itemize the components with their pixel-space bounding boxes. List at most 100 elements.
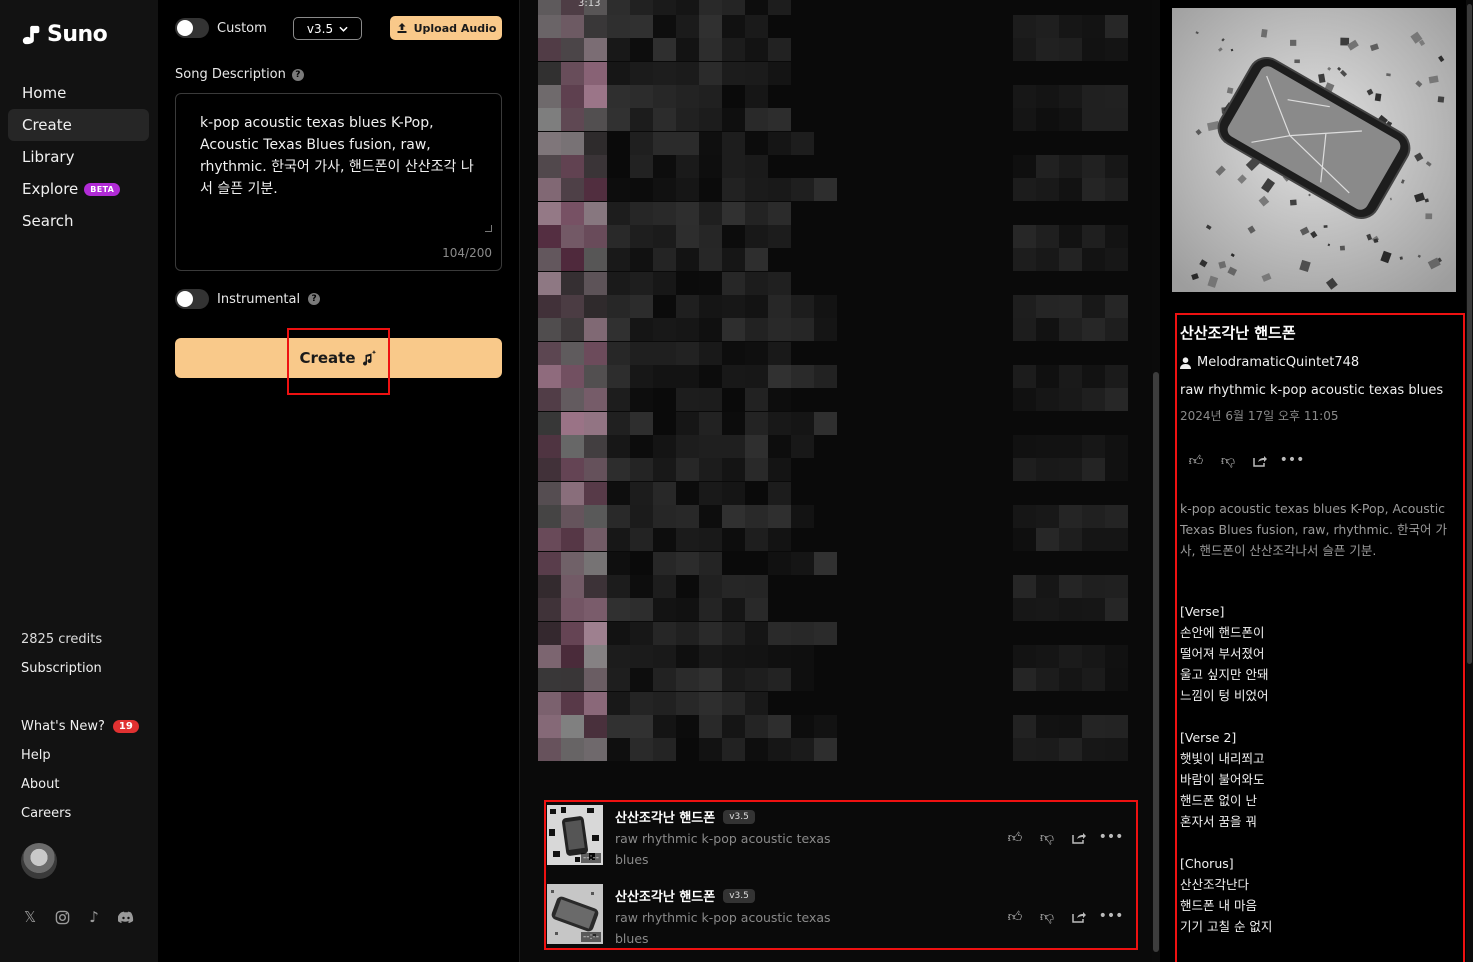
- resize-handle-icon[interactable]: [485, 225, 492, 232]
- suno-logo-icon: [22, 25, 40, 44]
- about-label: About: [21, 777, 60, 792]
- detail-username[interactable]: MelodramaticQuintet748: [1197, 355, 1359, 370]
- instagram-icon[interactable]: [53, 908, 71, 926]
- song-title[interactable]: 산산조각난 핸드폰: [615, 886, 715, 905]
- custom-toggle[interactable]: [175, 18, 209, 38]
- app-root: Suno Home Create Library Explore BETA Sea…: [0, 0, 1473, 962]
- detail-prompt: k-pop acoustic texas blues K-Pop, Acoust…: [1180, 501, 1447, 558]
- nav-home[interactable]: Home: [8, 77, 149, 109]
- song-title[interactable]: 산산조각난 핸드폰: [615, 807, 715, 826]
- shattered-phone-image: [1172, 8, 1456, 292]
- beta-badge: BETA: [84, 182, 121, 196]
- version-select[interactable]: v3.5: [293, 17, 362, 40]
- user-avatar[interactable]: [21, 843, 57, 879]
- whats-new-label: What's New?: [21, 719, 105, 734]
- nav-explore[interactable]: Explore BETA: [8, 173, 149, 205]
- tiktok-icon[interactable]: ♪: [85, 908, 103, 926]
- detail-lyrics: [Verse] 손안에 핸드폰이 떨어져 부서졌어 울고 싶지만 안돼 느낌이 …: [1180, 604, 1273, 934]
- sidebar: Suno Home Create Library Explore BETA Sea…: [0, 0, 158, 962]
- instrumental-toggle[interactable]: [175, 289, 209, 309]
- nav-explore-label: Explore: [22, 180, 79, 198]
- song-row-2[interactable]: --:-- 산산조각난 핸드폰 v3.5 raw rhythmic k-pop …: [547, 882, 1135, 952]
- song-detail-panel: 산산조각난 핸드폰 MelodramaticQuintet748 raw rhy…: [1160, 0, 1473, 962]
- nav-create[interactable]: Create: [8, 109, 149, 141]
- upload-audio-button[interactable]: Upload Audio: [390, 16, 502, 40]
- song-actions: 👍︎ 👎︎ •••: [1007, 908, 1124, 925]
- pixelated-song-list: 3:13: [538, 0, 1128, 761]
- instrumental-toggle-row: Instrumental ?: [175, 289, 321, 309]
- user-icon: [1180, 356, 1191, 369]
- song-style: raw rhythmic k-pop acoustic texas blues: [615, 831, 831, 867]
- song-thumbnail[interactable]: --:--: [547, 884, 603, 944]
- song-duration: --:--: [580, 853, 601, 863]
- detail-scrollbar-thumb[interactable]: [1467, 4, 1472, 664]
- song-description-input[interactable]: k-pop acoustic texas blues K-Pop, Acoust…: [175, 93, 502, 271]
- detail-style: raw rhythmic k-pop acoustic texas blues: [1180, 383, 1444, 398]
- more-options-icon[interactable]: •••: [1280, 452, 1305, 468]
- song-version-tag: v3.5: [723, 809, 755, 824]
- lower-links: What's New? 19 Help About Careers: [21, 712, 139, 828]
- create-button[interactable]: Create: [175, 338, 502, 378]
- song-cover-art: [1172, 8, 1456, 292]
- feed-scrollbar-thumb[interactable]: [1153, 372, 1159, 952]
- detail-scrollbar[interactable]: [1466, 0, 1473, 962]
- feed-scrollbar[interactable]: [1152, 0, 1160, 962]
- song-title-row: 산산조각난 핸드폰 v3.5: [615, 886, 755, 905]
- share-icon[interactable]: [1252, 452, 1268, 468]
- song-thumbnail[interactable]: --:--: [547, 805, 603, 865]
- more-options-icon[interactable]: •••: [1099, 908, 1124, 924]
- thumbs-down-icon[interactable]: 👎︎: [1039, 829, 1055, 846]
- help-icon[interactable]: ?: [291, 68, 304, 81]
- music-sparkle-icon: [362, 350, 376, 366]
- song-row-1[interactable]: --:-- 산산조각난 핸드폰 v3.5 raw rhythmic k-pop …: [547, 803, 1135, 873]
- chevron-down-icon: [339, 26, 348, 32]
- nav-create-label: Create: [22, 116, 72, 134]
- create-button-label: Create: [299, 349, 356, 367]
- create-panel: Custom v3.5 Upload Audio Song Descriptio…: [159, 0, 518, 962]
- subscription-link[interactable]: Subscription: [21, 661, 102, 676]
- song-feed: 3:13 --:-- 산산조각난 핸드폰 v3.5 raw rhythmic k…: [519, 0, 1159, 962]
- custom-toggle-row: Custom: [175, 18, 267, 38]
- share-icon[interactable]: [1071, 908, 1087, 924]
- whats-new-link[interactable]: What's New? 19: [21, 712, 139, 741]
- x-icon[interactable]: 𝕏: [21, 908, 39, 926]
- detail-date: 2024년 6월 17일 오후 11:05: [1180, 409, 1339, 423]
- help-link[interactable]: Help: [21, 741, 139, 770]
- careers-label: Careers: [21, 806, 72, 821]
- nav-home-label: Home: [22, 84, 67, 102]
- nav-library[interactable]: Library: [8, 141, 149, 173]
- song-detail: 산산조각난 핸드폰 MelodramaticQuintet748 raw rhy…: [1180, 322, 1460, 937]
- thumbs-up-icon[interactable]: 👍︎: [1188, 452, 1204, 469]
- nav-search-label: Search: [22, 212, 74, 230]
- nav-search[interactable]: Search: [8, 205, 149, 237]
- help-label: Help: [21, 748, 51, 763]
- song-actions: 👍︎ 👎︎ •••: [1007, 829, 1124, 846]
- version-value: v3.5: [306, 21, 334, 36]
- thumbs-down-icon[interactable]: 👎︎: [1220, 452, 1236, 469]
- upload-audio-label: Upload Audio: [413, 21, 497, 35]
- social-links: 𝕏 ♪: [21, 908, 135, 926]
- about-link[interactable]: About: [21, 770, 139, 799]
- thumbs-up-icon[interactable]: 👍︎: [1007, 908, 1023, 925]
- thumbs-down-icon[interactable]: 👎︎: [1039, 908, 1055, 925]
- discord-icon[interactable]: [117, 908, 135, 926]
- detail-actions: 👍︎ 👎︎ •••: [1180, 452, 1460, 469]
- detail-title: 산산조각난 핸드폰: [1180, 324, 1296, 342]
- brand-name: Suno: [47, 22, 108, 47]
- credits-count: 2825 credits: [21, 632, 103, 647]
- song-description-text: Song Description: [175, 67, 286, 82]
- thumbs-up-icon[interactable]: 👍︎: [1007, 829, 1023, 846]
- suno-logo[interactable]: Suno: [21, 22, 108, 47]
- custom-label: Custom: [217, 20, 267, 36]
- detail-user[interactable]: MelodramaticQuintet748: [1180, 355, 1460, 370]
- more-options-icon[interactable]: •••: [1099, 829, 1124, 845]
- song-description-label: Song Description ?: [175, 67, 304, 82]
- instrumental-help-icon[interactable]: ?: [308, 293, 321, 305]
- song-version-tag: v3.5: [723, 888, 755, 903]
- song-style: raw rhythmic k-pop acoustic texas blues: [615, 910, 831, 946]
- upload-icon: [397, 23, 407, 33]
- song-title-row: 산산조각난 핸드폰 v3.5: [615, 807, 755, 826]
- whats-new-count-badge: 19: [112, 720, 139, 733]
- share-icon[interactable]: [1071, 829, 1087, 845]
- careers-link[interactable]: Careers: [21, 799, 139, 828]
